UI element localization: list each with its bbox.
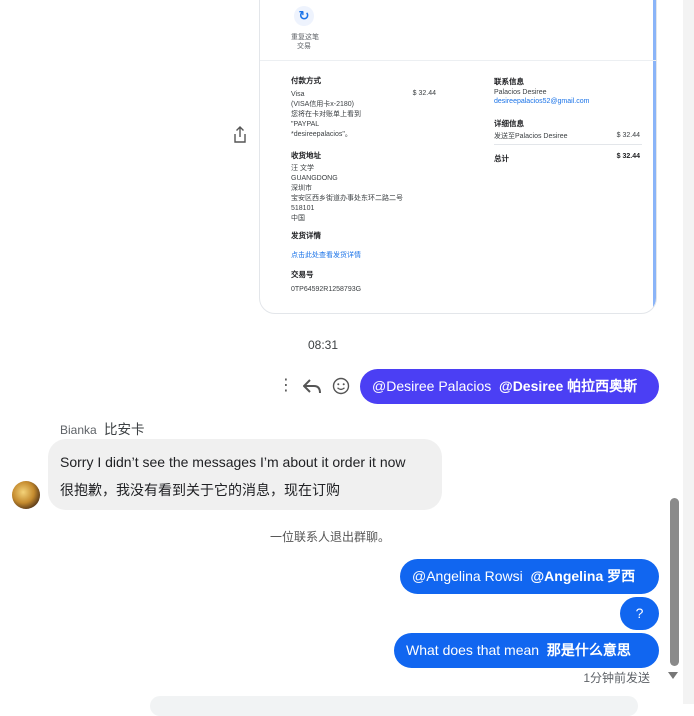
shipping-line-2: GUANGDONG (291, 175, 338, 182)
total-label: 总计 (494, 154, 509, 163)
avatar[interactable] (12, 481, 40, 509)
page-scroll-rail[interactable] (683, 0, 694, 704)
mention-desiree-en[interactable]: @Desiree Palacios (372, 378, 491, 394)
scroll-down-arrow-icon[interactable] (668, 672, 678, 679)
scrollbar-thumb[interactable] (670, 498, 679, 666)
transaction-heading: 交易号 (291, 270, 314, 279)
shipping-line-4: 宝安区西乡街道办事处东环二路二号 (291, 195, 403, 202)
shipping-line-5: 518101 (291, 205, 315, 212)
shipping-line-1: 汪 文学 (291, 165, 314, 172)
mention-angelina-en[interactable]: @Angelina Rowsi (412, 568, 523, 584)
mention-desiree-cn[interactable]: @Desiree 帕拉西奥斯 (499, 378, 637, 394)
contact-heading: 联系信息 (494, 77, 524, 86)
shipping-line-6: 中国 (291, 215, 305, 222)
payment-line-5: *desireepalacios"。 (291, 131, 352, 138)
details-item: 发送至Palacios Desiree (494, 133, 568, 140)
share-icon[interactable] (232, 126, 248, 144)
repeat-label-2[interactable]: 交易 (297, 42, 311, 52)
transaction-id: 0TP64592R1258793G (291, 286, 362, 293)
message-timestamp: 08:31 (308, 338, 339, 352)
sender-name-en: Bianka (60, 423, 97, 437)
mention-angelina-cn[interactable]: @Angelina 罗西 (531, 568, 636, 584)
receipt-divider (260, 60, 656, 61)
more-options-icon[interactable]: ⋮ (278, 378, 294, 394)
shipping-line-3: 深圳市 (291, 185, 312, 192)
outgoing-message-mention-1[interactable]: @Desiree Palacios @Desiree 帕拉西奥斯 (360, 369, 659, 404)
message-composer[interactable] (150, 696, 638, 716)
meaning-cn: 那是什么意思 (546, 642, 631, 658)
outgoing-message-question[interactable]: ? (620, 597, 659, 630)
incoming-line-2: 很抱歉，我没有看到关于它的消息，现在订购 (60, 482, 340, 498)
meaning-en: What does that mean (406, 642, 540, 658)
contact-email-link[interactable]: desireepalacios52@gmail.com (494, 98, 589, 105)
details-heading: 详细信息 (494, 119, 524, 128)
outgoing-message-meaning[interactable]: What does that mean 那是什么意思 (394, 633, 659, 668)
payment-line-2: (VISA信用卡x-2180) (291, 101, 355, 108)
reply-icon[interactable] (303, 378, 321, 394)
payment-line-3: 您将在卡对账单上看到 (291, 111, 361, 118)
receipt-edge-bar (653, 0, 656, 313)
payment-amount: $ 32.44 (412, 90, 436, 97)
payment-line-4: "PAYPAL (291, 121, 320, 128)
outgoing-message-mention-2[interactable]: @Angelina Rowsi @Angelina 罗西 (400, 559, 659, 594)
details-rule (494, 144, 642, 145)
shipping-heading: 收货地址 (291, 151, 321, 160)
emoji-reaction-icon[interactable] (332, 377, 350, 395)
invoice-details-link[interactable]: 点击此处查看发货详情 (291, 250, 361, 260)
contact-name: Palacios Desiree (494, 89, 547, 96)
repeat-transaction-icon[interactable]: ↻ (294, 6, 314, 26)
sender-name: Bianka 比安卡 (60, 418, 145, 438)
total-amount: $ 32.44 (616, 153, 640, 160)
sender-name-cn: 比安卡 (104, 422, 145, 437)
system-message: 一位联系人退出群聊。 (269, 530, 390, 544)
payment-line-1: Visa (291, 91, 305, 98)
incoming-line-1: Sorry I didn’t see the messages I’m abou… (60, 454, 406, 470)
sent-status: 1分钟前发送 (583, 671, 650, 685)
payment-heading: 付款方式 (291, 76, 321, 85)
details-item-amount: $ 32.44 (616, 132, 640, 139)
payment-receipt-card: ↻ 重复这笔 交易 付款方式 Visa $ 32.44 (VISA信用卡x-21… (259, 0, 657, 314)
invoice-heading: 发货详情 (291, 231, 321, 240)
incoming-message[interactable]: Sorry I didn’t see the messages I’m abou… (48, 439, 442, 510)
